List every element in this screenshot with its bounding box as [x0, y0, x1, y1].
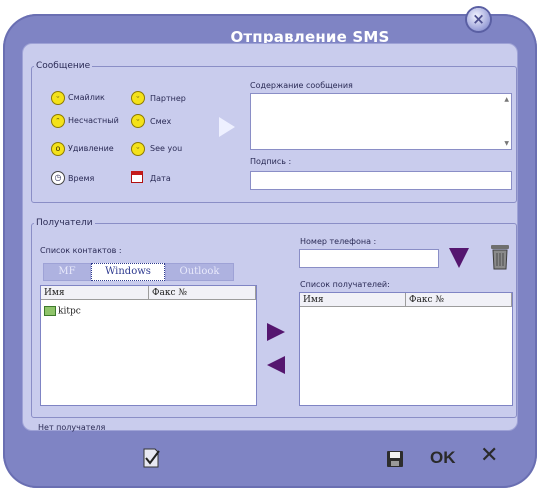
- recipients-column-name[interactable]: Имя: [300, 293, 406, 307]
- phone-number-input[interactable]: [299, 249, 439, 268]
- save-icon[interactable]: [386, 450, 404, 468]
- contacts-list[interactable]: Имя Факс № kitpc: [40, 285, 257, 406]
- trash-icon[interactable]: [489, 243, 511, 270]
- surprise-icon[interactable]: o: [51, 142, 65, 156]
- recipients-label: Список получателей:: [300, 280, 390, 289]
- insert-arrow-icon[interactable]: [219, 117, 235, 137]
- message-content-textarea[interactable]: ▲ ▼: [250, 93, 512, 150]
- scroll-up-icon[interactable]: ▲: [504, 96, 509, 103]
- calendar-icon[interactable]: [131, 171, 143, 183]
- message-content-label: Содержание сообщения: [250, 81, 353, 90]
- emoticon-label-time[interactable]: Время: [68, 174, 94, 183]
- cancel-button[interactable]: ✕: [480, 444, 498, 468]
- recipients-column-fax[interactable]: Факс №: [406, 293, 512, 307]
- add-recipient-arrow-icon[interactable]: [267, 323, 285, 341]
- contact-icon: [44, 306, 56, 316]
- laugh-icon[interactable]: ᵕ: [131, 114, 145, 128]
- contacts-column-fax[interactable]: Факс №: [149, 286, 256, 300]
- close-window-button[interactable]: ×: [467, 8, 490, 31]
- signature-label: Подпись :: [250, 157, 292, 166]
- add-number-arrow-icon[interactable]: [449, 248, 469, 268]
- recipients-list[interactable]: Имя Факс №: [299, 292, 513, 406]
- emoticon-label-sad[interactable]: Несчастный: [68, 116, 119, 125]
- phone-number-label: Номер телефона :: [300, 237, 377, 246]
- ok-button[interactable]: OK: [430, 448, 456, 468]
- remove-recipient-arrow-icon[interactable]: [267, 356, 285, 374]
- list-item[interactable]: kitpc: [44, 306, 81, 318]
- tab-outlook[interactable]: Outlook: [165, 263, 234, 281]
- status-text: Нет получателя: [38, 423, 106, 432]
- contacts-column-name[interactable]: Имя: [41, 286, 149, 300]
- clock-icon[interactable]: ◷: [51, 171, 65, 185]
- emoticon-label-surprise[interactable]: Удивление: [68, 144, 114, 153]
- scroll-down-icon[interactable]: ▼: [504, 140, 509, 147]
- validate-document-icon[interactable]: [141, 447, 161, 469]
- contacts-label: Список контактов :: [40, 246, 122, 255]
- message-group-legend: Сообщение: [36, 61, 91, 71]
- recipients-group-legend: Получатели: [36, 218, 93, 228]
- emoticon-label-smile[interactable]: Смайлик: [68, 93, 105, 102]
- partner-icon[interactable]: ᵕ: [131, 91, 145, 105]
- emoticon-label-laugh[interactable]: Смех: [150, 117, 171, 126]
- sad-icon[interactable]: ᵔ: [51, 114, 65, 128]
- see-you-icon[interactable]: ᵕ: [131, 142, 145, 156]
- tab-mf[interactable]: MF: [43, 263, 91, 281]
- emoticon-label-partner[interactable]: Партнер: [150, 94, 186, 103]
- emoticon-label-see-you[interactable]: See you: [150, 144, 182, 153]
- signature-input[interactable]: [250, 171, 512, 190]
- smile-icon[interactable]: ᵕ: [51, 91, 65, 105]
- contact-name: kitpc: [58, 306, 81, 317]
- tab-windows[interactable]: Windows: [91, 263, 165, 281]
- emoticon-label-date[interactable]: Дата: [150, 174, 171, 183]
